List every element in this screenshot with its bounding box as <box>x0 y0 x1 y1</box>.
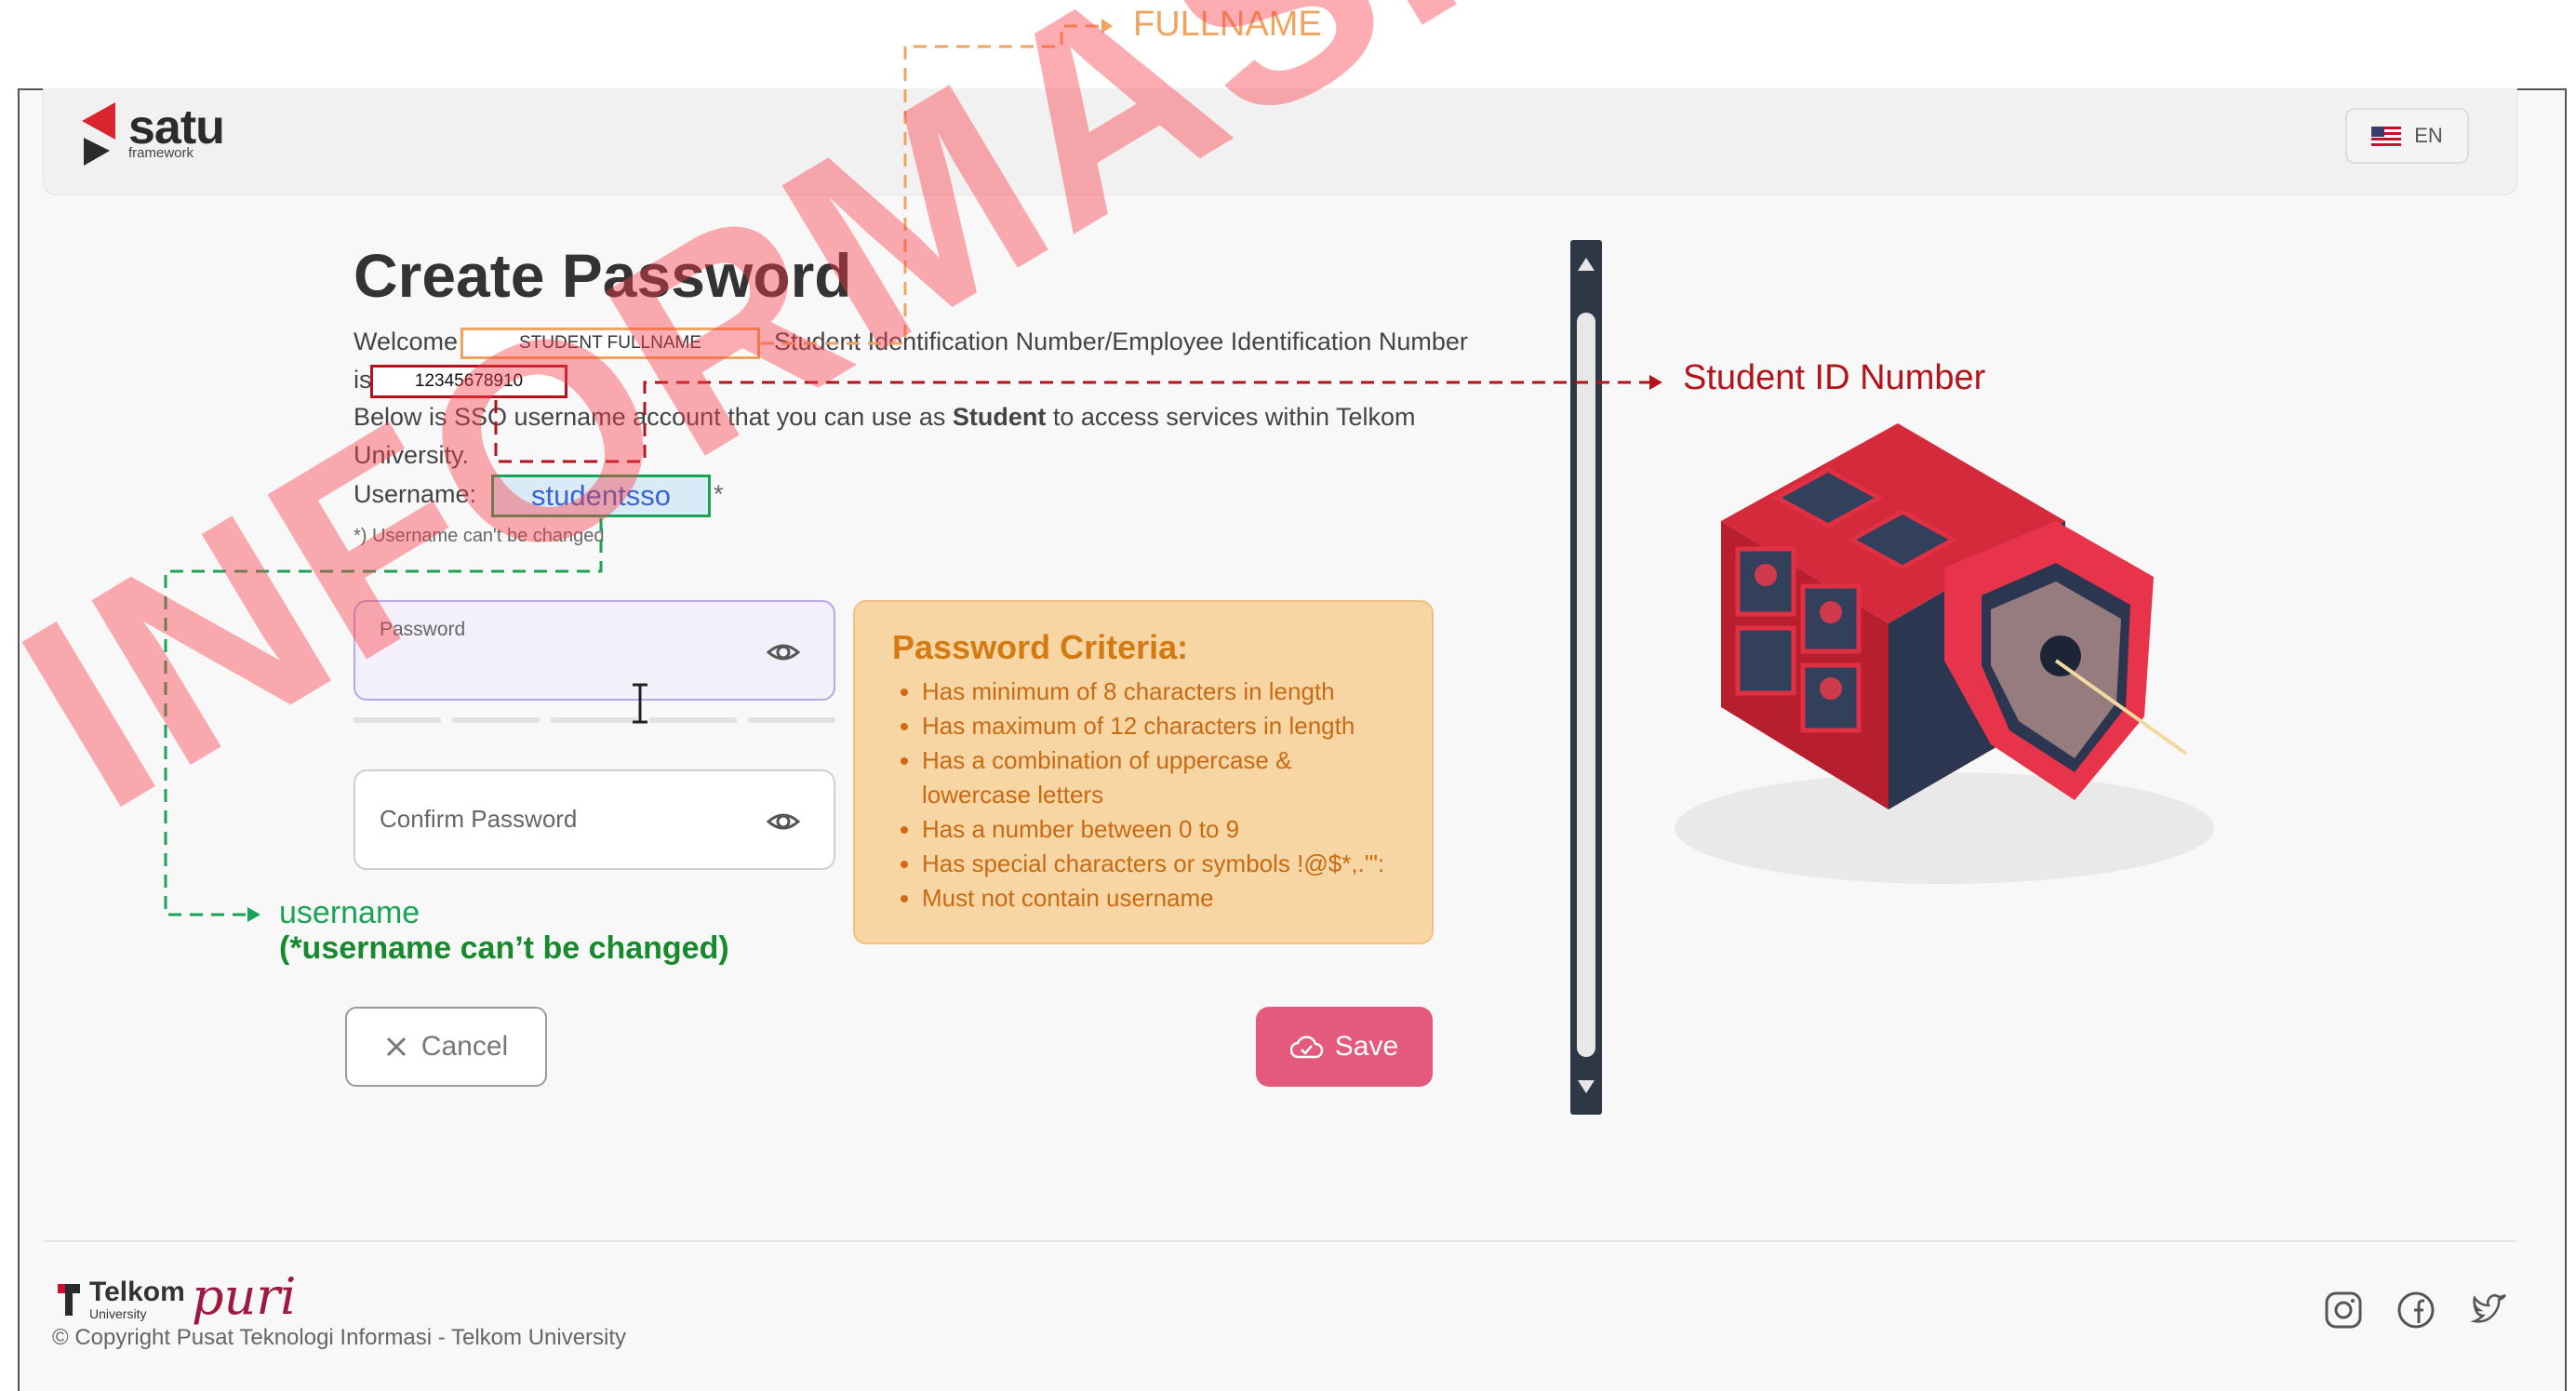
annotation-username: username <box>279 895 420 930</box>
annotation-username-note: (*username can’t be changed) <box>279 930 729 966</box>
annotation-callout-lines <box>164 19 1662 922</box>
annotation-fullname: FULLNAME <box>1133 5 1322 44</box>
annotation-student-id: Student ID Number <box>1683 358 1986 397</box>
